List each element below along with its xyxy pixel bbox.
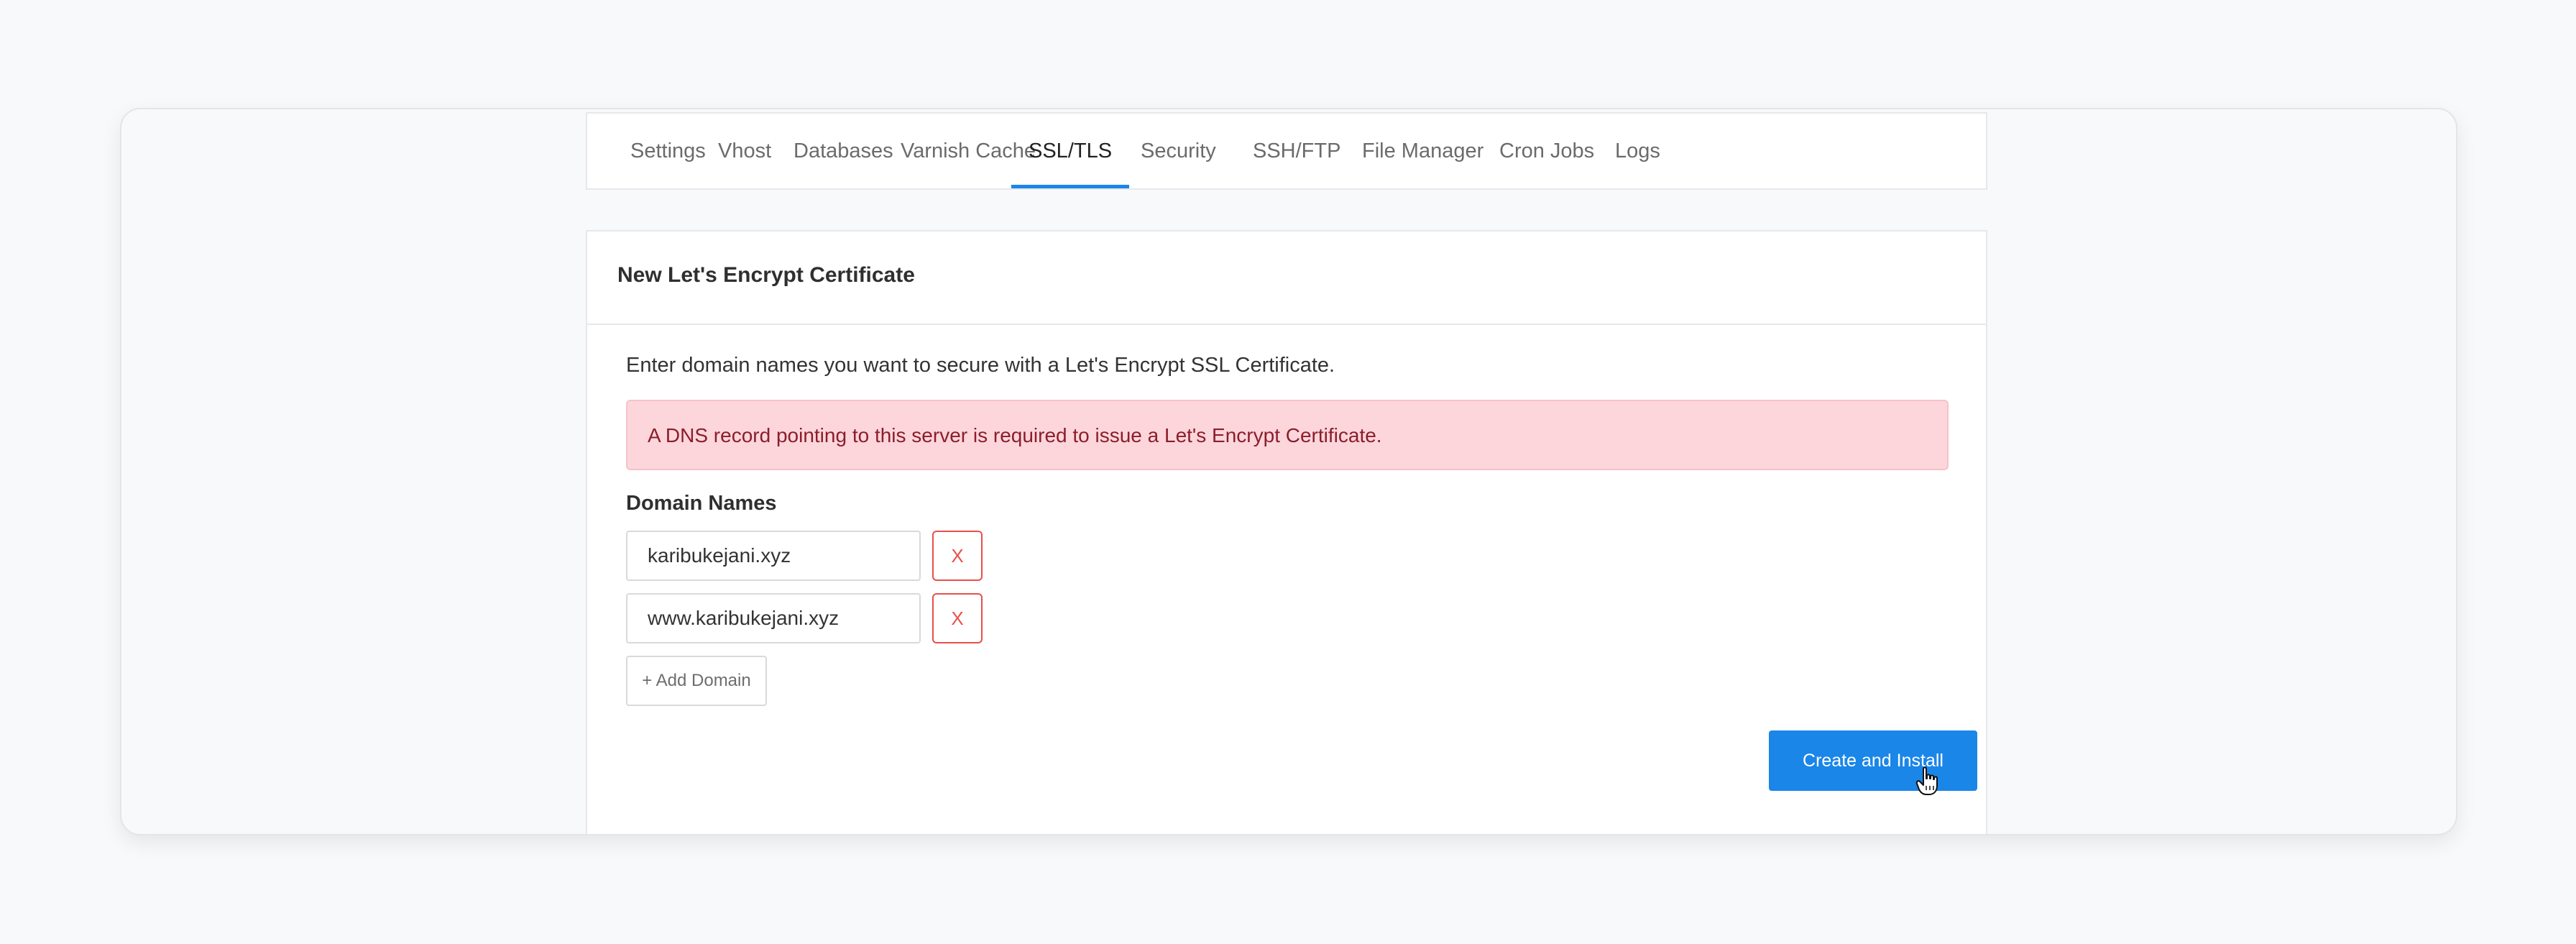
site-tabs: Settings Vhost Databases Varnish Cache S… — [586, 112, 1987, 190]
tab-logs[interactable]: Logs — [1598, 114, 1678, 188]
tab-vhost[interactable]: Vhost — [701, 114, 788, 188]
domain-names-label: Domain Names — [626, 492, 777, 515]
certificate-card: New Let's Encrypt Certificate Enter doma… — [586, 230, 1987, 834]
hand-cursor-icon — [1915, 766, 1938, 795]
remove-domain-button[interactable]: X — [932, 531, 983, 581]
tab-ssh-ftp[interactable]: SSH/FTP — [1236, 114, 1358, 188]
tab-cron-jobs[interactable]: Cron Jobs — [1482, 114, 1611, 188]
app-window: Settings Vhost Databases Varnish Cache S… — [120, 108, 2457, 835]
intro-text: Enter domain names you want to secure wi… — [626, 354, 1335, 377]
card-header: New Let's Encrypt Certificate — [587, 232, 1986, 325]
remove-domain-button[interactable]: X — [932, 593, 983, 643]
dns-alert: A DNS record pointing to this server is … — [626, 400, 1949, 470]
domain-input-2[interactable] — [626, 593, 921, 643]
card-title: New Let's Encrypt Certificate — [617, 263, 915, 287]
domain-input-1[interactable] — [626, 531, 921, 581]
tab-security[interactable]: Security — [1123, 114, 1233, 188]
tab-ssl-tls[interactable]: SSL/TLS — [1011, 114, 1130, 188]
tab-file-manager[interactable]: File Manager — [1345, 114, 1501, 188]
create-and-install-button[interactable]: Create and Install — [1769, 730, 1977, 791]
dns-alert-text: A DNS record pointing to this server is … — [648, 424, 1382, 446]
add-domain-button[interactable]: + Add Domain — [626, 656, 767, 706]
